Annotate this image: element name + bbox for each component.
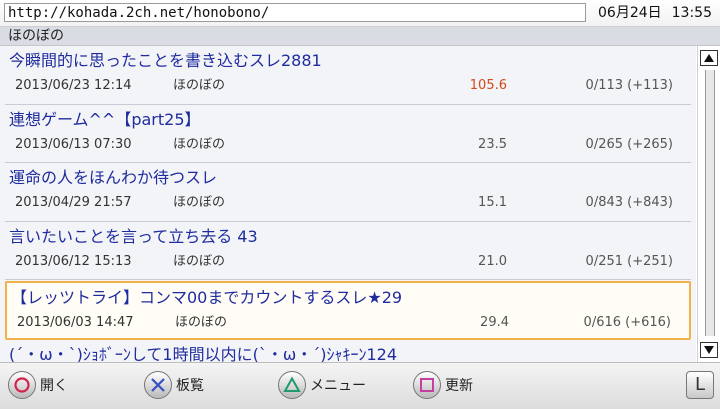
thread-row[interactable]: 連想ゲーム^^【part25】 2013/06/13 07:30 ほのぼの 23… <box>5 105 691 163</box>
thread-row[interactable]: 言いたいことを言って立ち去る 43 2013/06/12 15:13 ほのぼの … <box>5 222 691 280</box>
thread-speed: 21.0 <box>478 253 507 269</box>
clock-date: 06月24日 <box>598 5 662 21</box>
thread-board: ほのぼの <box>173 78 226 93</box>
thread-speed: 29.4 <box>480 315 509 330</box>
menu-label: メニュー <box>310 378 366 394</box>
thread-date: 2013/06/23 12:14 <box>15 78 132 93</box>
board-list-label: 板覧 <box>176 378 204 394</box>
thread-title: 今瞬間的に思ったことを書き込むスレ2881 <box>9 51 322 70</box>
thread-row[interactable]: 今瞬間的に思ったことを書き込むスレ2881 2013/06/23 12:14 ほ… <box>5 46 691 105</box>
thread-board: ほのぼの <box>175 315 228 330</box>
thread-board: ほのぼの <box>173 136 226 152</box>
board-title-bar: ほのぼの <box>0 27 720 46</box>
circle-button-icon <box>8 371 36 399</box>
triangle-button-icon <box>278 371 306 399</box>
clock: 06月24日 13:55 <box>588 4 712 22</box>
cross-button-icon <box>144 371 172 399</box>
thread-row-selected[interactable]: 【レッツトライ】コンマ00までカウントするスレ★29 2013/06/03 14… <box>5 281 691 340</box>
thread-title: 【レッツトライ】コンマ00までカウントするスレ★29 <box>11 288 403 307</box>
refresh-label: 更新 <box>445 378 473 394</box>
url-field[interactable]: http://kohada.2ch.net/honobono/ <box>4 3 586 22</box>
thread-count: 0/843 (+843) <box>585 195 673 210</box>
scrollbar[interactable] <box>697 46 720 362</box>
thread-speed: 105.6 <box>469 78 507 93</box>
refresh-button[interactable]: 更新 <box>413 371 473 399</box>
scroll-down-button[interactable] <box>700 342 718 358</box>
l-button[interactable]: L <box>686 371 714 399</box>
thread-list: 今瞬間的に思ったことを書き込むスレ2881 2013/06/23 12:14 ほ… <box>0 46 696 362</box>
thread-date: 2013/06/13 07:30 <box>15 136 132 152</box>
thread-title: 言いたいことを言って立ち去る 43 <box>9 226 258 246</box>
thread-count: 0/265 (+265) <box>585 136 673 152</box>
thread-speed: 23.5 <box>478 136 507 152</box>
board-title: ほのぼの <box>8 28 64 44</box>
open-label: 開く <box>40 378 68 394</box>
thread-title: (´・ω・`)ｼｮﾎﾞｰﾝして1時間以内に(`・ω・´)ｼｬｷｰﾝ124 <box>9 344 398 363</box>
thread-row[interactable]: 運命の人をほんわか待つスレ 2013/04/29 21:57 ほのぼの 15.1… <box>5 163 691 222</box>
button-guide-bar: 開く 板覧 メニュー 更新 L <box>0 362 720 409</box>
thread-row[interactable]: (´・ω・`)ｼｮﾎﾞｰﾝして1時間以内に(`・ω・´)ｼｬｷｰﾝ124 <box>5 340 691 363</box>
thread-count: 0/616 (+616) <box>583 315 671 330</box>
thread-date: 2013/06/12 15:13 <box>15 253 132 269</box>
top-bar: http://kohada.2ch.net/honobono/ 06月24日 13… <box>0 0 720 27</box>
thread-speed: 15.1 <box>478 195 507 210</box>
thread-title: 運命の人をほんわか待つスレ <box>9 168 218 187</box>
scroll-thumb[interactable] <box>705 70 715 336</box>
thread-count: 0/113 (+113) <box>585 78 673 93</box>
thread-date: 2013/04/29 21:57 <box>15 195 132 210</box>
thread-count: 0/251 (+251) <box>585 253 673 269</box>
thread-date: 2013/06/03 14:47 <box>17 315 134 330</box>
thread-board: ほのぼの <box>173 195 226 210</box>
open-button[interactable]: 開く <box>8 371 68 399</box>
thread-title: 連想ゲーム^^【part25】 <box>9 109 201 129</box>
clock-time: 13:55 <box>671 5 712 21</box>
arrow-down-icon <box>704 346 714 354</box>
arrow-up-icon <box>704 54 714 62</box>
board-list-button[interactable]: 板覧 <box>144 371 204 399</box>
scroll-up-button[interactable] <box>700 50 718 66</box>
menu-button[interactable]: メニュー <box>278 371 366 399</box>
thread-board: ほのぼの <box>173 253 226 269</box>
square-button-icon <box>413 371 441 399</box>
